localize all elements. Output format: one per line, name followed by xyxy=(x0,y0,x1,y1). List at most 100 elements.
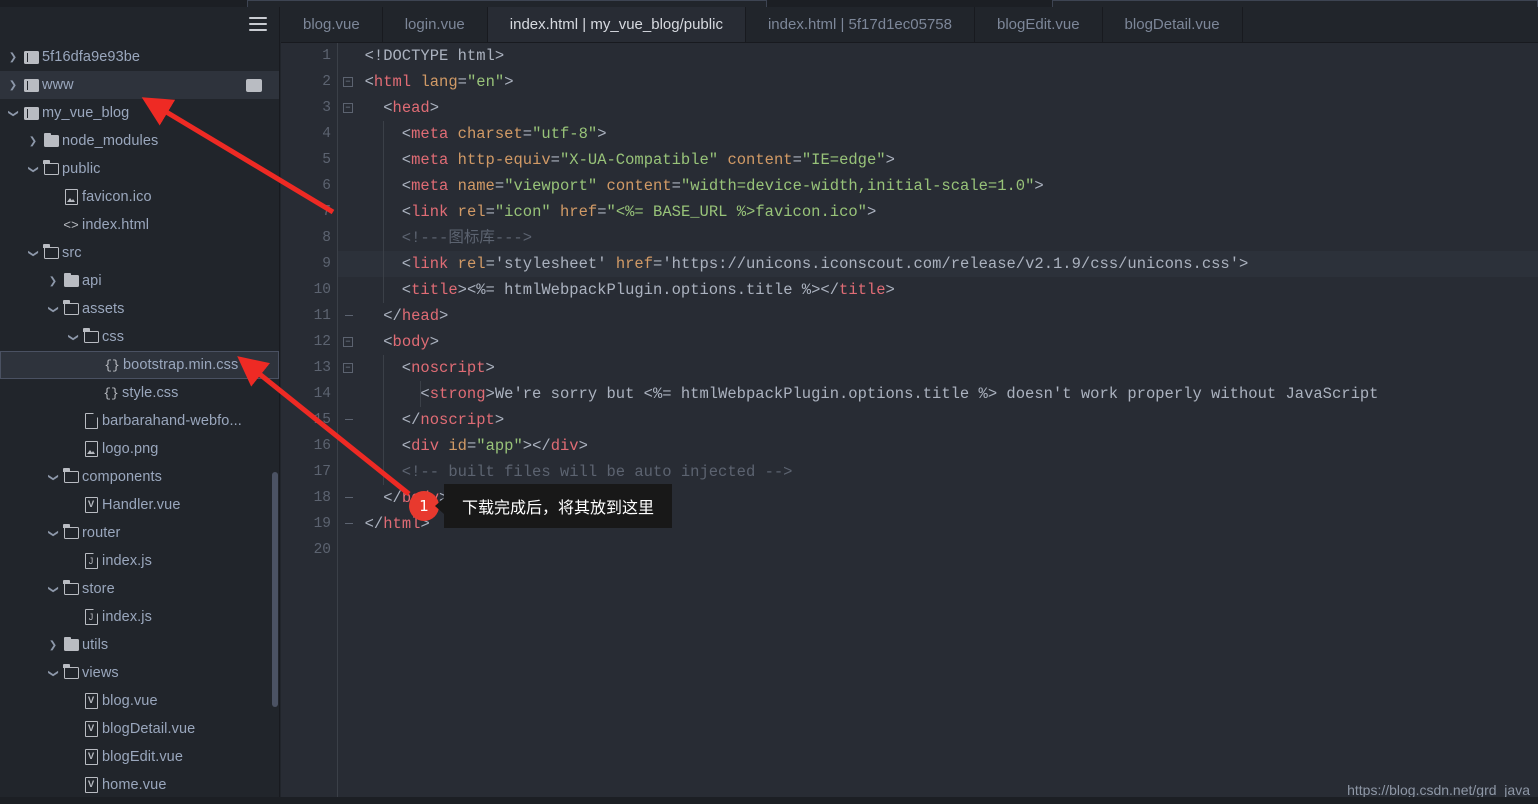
folder-book-icon xyxy=(20,78,42,92)
chevron-right-icon[interactable]: ❯ xyxy=(26,136,40,147)
tree-item-my-vue-blog[interactable]: ❯ my_vue_blog xyxy=(0,99,279,127)
tab-blogedit-vue[interactable]: blogEdit.vue xyxy=(974,7,1103,42)
code-line[interactable]: <!---图标库---> xyxy=(338,225,1538,251)
code-line[interactable]: <link rel='stylesheet' href='https://uni… xyxy=(338,251,1538,277)
code-line[interactable]: <!DOCTYPE html> xyxy=(338,43,1538,69)
code-token: < xyxy=(346,99,393,117)
chevron-down-icon[interactable]: ❯ xyxy=(48,582,59,596)
tree-item-api[interactable]: ❯ api xyxy=(0,267,279,295)
line-number: 12− xyxy=(281,329,353,355)
line-number-value: 14 xyxy=(313,386,331,402)
code-line[interactable]: <link rel="icon" href="<%= BASE_URL %>fa… xyxy=(338,199,1538,225)
code-line[interactable]: <meta name="viewport" content="width=dev… xyxy=(338,173,1538,199)
line-number: 18 xyxy=(281,485,353,511)
code-line[interactable]: <strong>We're sorry but <%= htmlWebpackP… xyxy=(338,381,1538,407)
chevron-right-icon[interactable]: ❯ xyxy=(46,276,60,287)
code-line[interactable]: <!-- built files will be auto injected -… xyxy=(338,459,1538,485)
tree-item-logo-png[interactable]: logo.png xyxy=(0,435,279,463)
code-token: http-equiv xyxy=(457,151,551,169)
tree-item-components[interactable]: ❯ components xyxy=(0,463,279,491)
code-line[interactable]: <meta http-equiv="X-UA-Compatible" conte… xyxy=(338,147,1538,173)
chevron-right-icon[interactable]: ❯ xyxy=(6,52,20,63)
code-line[interactable]: <head> xyxy=(338,95,1538,121)
hamburger-icon[interactable] xyxy=(249,17,267,31)
tree-item-blogedit-vue[interactable]: VblogEdit.vue xyxy=(0,743,279,771)
callout-tooltip: 下载完成后，将其放到这里 xyxy=(434,484,673,528)
code-token: "icon" xyxy=(494,203,551,221)
tree-scrollbar[interactable] xyxy=(272,472,278,707)
tree-item-index-html[interactable]: <> index.html xyxy=(0,211,279,239)
code-viewport[interactable]: 1 2−3−4 5 6 7 8 9 10 11 12−13−14 15 16 17 18 19 20 <!DO… xyxy=(281,43,1538,797)
code-lines[interactable]: <!DOCTYPE html> <html lang="en"> <head> … xyxy=(338,43,1538,797)
tab-index-html-5f17d1ec05758[interactable]: index.html | 5f17d1ec05758 xyxy=(745,7,975,42)
tree-item-css[interactable]: ❯ css xyxy=(0,323,279,351)
chevron-down-icon[interactable]: ❯ xyxy=(48,526,59,540)
chevron-right-icon[interactable]: ❯ xyxy=(46,640,60,651)
tree-item-blog-vue[interactable]: Vblog.vue xyxy=(0,687,279,715)
code-line[interactable]: <body> xyxy=(338,329,1538,355)
indent-guide xyxy=(383,381,384,407)
project-tree-header xyxy=(0,7,279,43)
code-token: < xyxy=(346,333,393,351)
tree-item-index-js[interactable]: Jindex.js xyxy=(0,547,279,575)
tree-item-5f16dfa9e93be[interactable]: ❯ 5f16dfa9e93be xyxy=(0,43,279,71)
tree-item-utils[interactable]: ❯ utils xyxy=(0,631,279,659)
code-token: 'https://unicons.iconscout.com/release/v… xyxy=(662,255,1240,273)
code-token: > xyxy=(504,73,514,91)
code-token: > xyxy=(597,125,607,143)
chevron-down-icon[interactable]: ❯ xyxy=(28,162,39,176)
tree-item-src[interactable]: ❯ src xyxy=(0,239,279,267)
window-bottom-strip xyxy=(0,797,1538,804)
code-token: body xyxy=(392,333,430,351)
code-line[interactable] xyxy=(338,537,1538,563)
code-line[interactable]: </noscript> xyxy=(338,407,1538,433)
code-line[interactable]: <div id="app"></div> xyxy=(338,433,1538,459)
tree-item-barbarahand-webfo-[interactable]: barbarahand-webfo... xyxy=(0,407,279,435)
chevron-right-icon[interactable]: ❯ xyxy=(6,80,20,91)
code-line[interactable]: <noscript> xyxy=(338,355,1538,381)
tree-item-router[interactable]: ❯ router xyxy=(0,519,279,547)
code-token: "width=device-width,initial-scale=1.0" xyxy=(680,177,1035,195)
tree-item-node-modules[interactable]: ❯ node_modules xyxy=(0,127,279,155)
image-file-icon xyxy=(80,441,102,457)
tree-item-blogdetail-vue[interactable]: VblogDetail.vue xyxy=(0,715,279,743)
tree-item-public[interactable]: ❯ public xyxy=(0,155,279,183)
chevron-down-icon[interactable]: ❯ xyxy=(48,666,59,680)
tree-item-views[interactable]: ❯ views xyxy=(0,659,279,687)
code-line[interactable]: </head> xyxy=(338,303,1538,329)
line-number: 10 xyxy=(281,277,337,303)
code-token: "app" xyxy=(476,437,523,455)
tab-index-html-my-vue-blog-public[interactable]: index.html | my_vue_blog/public xyxy=(487,7,746,42)
tab-login-vue[interactable]: login.vue xyxy=(382,7,488,42)
tree-item-store[interactable]: ❯ store xyxy=(0,575,279,603)
tree-item-favicon-ico[interactable]: favicon.ico xyxy=(0,183,279,211)
tab-blogdetail-vue[interactable]: blogDetail.vue xyxy=(1102,7,1243,42)
tree-item-bootstrap-min-css[interactable]: {} bootstrap.min.css xyxy=(0,351,279,379)
code-token: > xyxy=(885,151,895,169)
tree-item-handler-vue[interactable]: V Handler.vue xyxy=(0,491,279,519)
tree-item-assets[interactable]: ❯ assets xyxy=(0,295,279,323)
chevron-down-icon[interactable]: ❯ xyxy=(68,330,79,344)
line-number-value: 16 xyxy=(313,438,331,454)
line-number-value: 8 xyxy=(322,230,331,246)
tab-blog-vue[interactable]: blog.vue xyxy=(281,7,383,42)
tree-item-label: public xyxy=(62,161,101,177)
chevron-down-icon[interactable]: ❯ xyxy=(8,106,19,120)
code-line[interactable]: <html lang="en"> xyxy=(338,69,1538,95)
tree-item-index-js[interactable]: Jindex.js xyxy=(0,603,279,631)
folder-open-icon xyxy=(40,244,62,259)
folder-open-icon xyxy=(60,580,82,595)
chevron-down-icon[interactable]: ❯ xyxy=(28,246,39,260)
chevron-down-icon[interactable]: ❯ xyxy=(48,470,59,484)
js-file-icon: J xyxy=(80,552,102,569)
tree-item-www[interactable]: ❯ www xyxy=(0,71,279,99)
tree-item-home-vue[interactable]: Vhome.vue xyxy=(0,771,279,797)
folder-plain-icon xyxy=(243,78,265,92)
chevron-down-icon[interactable]: ❯ xyxy=(48,302,59,316)
top-edge-box-left xyxy=(247,0,767,7)
line-number: 14 xyxy=(281,381,337,407)
tree-item-style-css[interactable]: {} style.css xyxy=(0,379,279,407)
code-line[interactable]: <title><%= htmlWebpackPlugin.options.tit… xyxy=(338,277,1538,303)
code-token: "IE=edge" xyxy=(801,151,886,169)
code-line[interactable]: <meta charset="utf-8"> xyxy=(338,121,1538,147)
